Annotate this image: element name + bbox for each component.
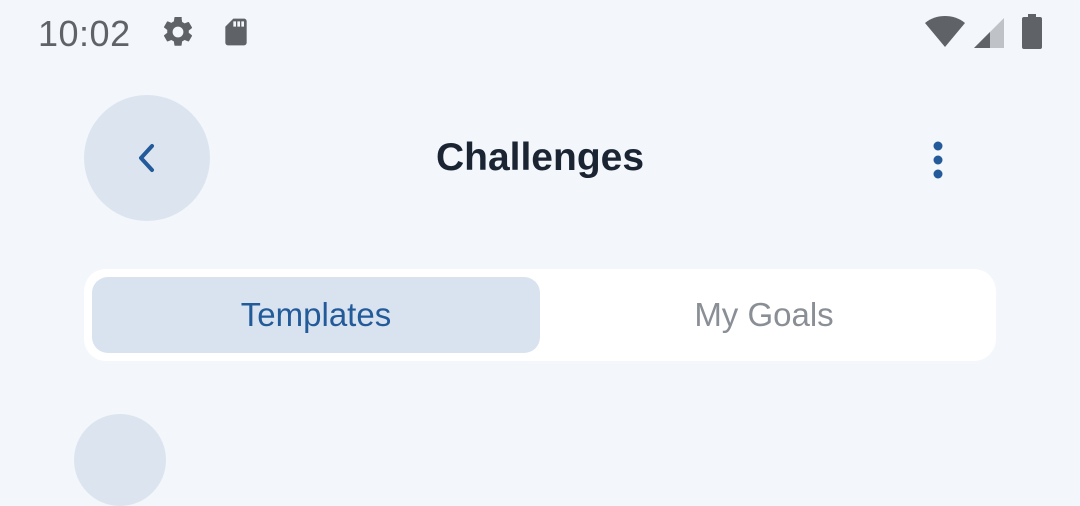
gear-icon <box>160 14 196 50</box>
tab-my-goals[interactable]: My Goals <box>540 277 988 353</box>
header: Challenges <box>0 68 1080 248</box>
wifi-icon <box>924 14 966 50</box>
more-vertical-icon <box>933 141 943 179</box>
segmented-tabs: Templates My Goals <box>84 269 996 361</box>
cell-signal-icon <box>970 14 1006 50</box>
sd-card-icon <box>218 14 254 50</box>
status-bar: 10:02 <box>0 0 1080 68</box>
status-time: 10:02 <box>38 13 131 54</box>
battery-icon <box>1012 14 1052 50</box>
list-item-avatar <box>74 414 166 506</box>
more-options-button[interactable] <box>906 128 970 192</box>
tab-templates[interactable]: Templates <box>92 277 540 353</box>
